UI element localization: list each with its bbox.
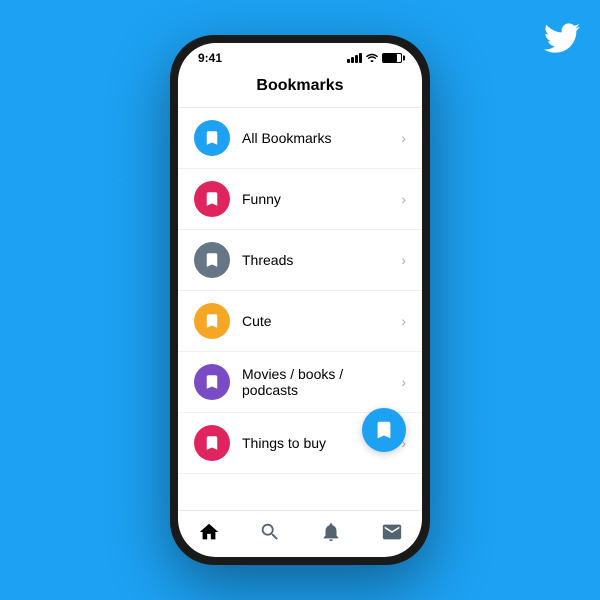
nav-search[interactable] (259, 521, 281, 543)
status-time: 9:41 (198, 51, 222, 65)
chevron-icon: › (401, 252, 406, 268)
page-header: Bookmarks (178, 69, 422, 108)
bookmark-icon-things-to-buy (194, 425, 230, 461)
bookmark-item-threads[interactable]: Threads › (178, 230, 422, 291)
bookmark-list: All Bookmarks › Funny › Threads › (178, 108, 422, 510)
bookmark-item-funny[interactable]: Funny › (178, 169, 422, 230)
nav-home[interactable] (198, 521, 220, 543)
bookmark-label-funny: Funny (242, 191, 401, 207)
bookmark-item-cute[interactable]: Cute › (178, 291, 422, 352)
phone-screen: 9:41 Bookmarks (178, 43, 422, 557)
twitter-logo (544, 20, 580, 64)
nav-messages[interactable] (381, 521, 403, 543)
add-bookmark-fab[interactable] (362, 408, 406, 452)
nav-notifications[interactable] (320, 521, 342, 543)
bookmark-icon-threads (194, 242, 230, 278)
bookmark-item-all-bookmarks[interactable]: All Bookmarks › (178, 108, 422, 169)
bookmark-label-cute: Cute (242, 313, 401, 329)
chevron-icon: › (401, 191, 406, 207)
wifi-icon (366, 52, 378, 65)
bookmark-icon-movies (194, 364, 230, 400)
bookmark-label-movies: Movies / books / podcasts (242, 366, 401, 398)
chevron-icon: › (401, 313, 406, 329)
bookmark-item-movies[interactable]: Movies / books / podcasts › (178, 352, 422, 413)
bookmark-icon-funny (194, 181, 230, 217)
bookmark-label-threads: Threads (242, 252, 401, 268)
status-bar: 9:41 (178, 43, 422, 69)
battery-icon (382, 53, 402, 63)
status-icons (347, 52, 402, 65)
bookmark-icon-cute (194, 303, 230, 339)
chevron-icon: › (401, 374, 406, 390)
bookmark-icon-all-bookmarks (194, 120, 230, 156)
page-title: Bookmarks (256, 77, 343, 94)
chevron-icon: › (401, 130, 406, 146)
phone-frame: 9:41 Bookmarks (170, 35, 430, 565)
signal-icon (347, 53, 362, 63)
bottom-nav (178, 510, 422, 557)
bookmark-label-all-bookmarks: All Bookmarks (242, 130, 401, 146)
